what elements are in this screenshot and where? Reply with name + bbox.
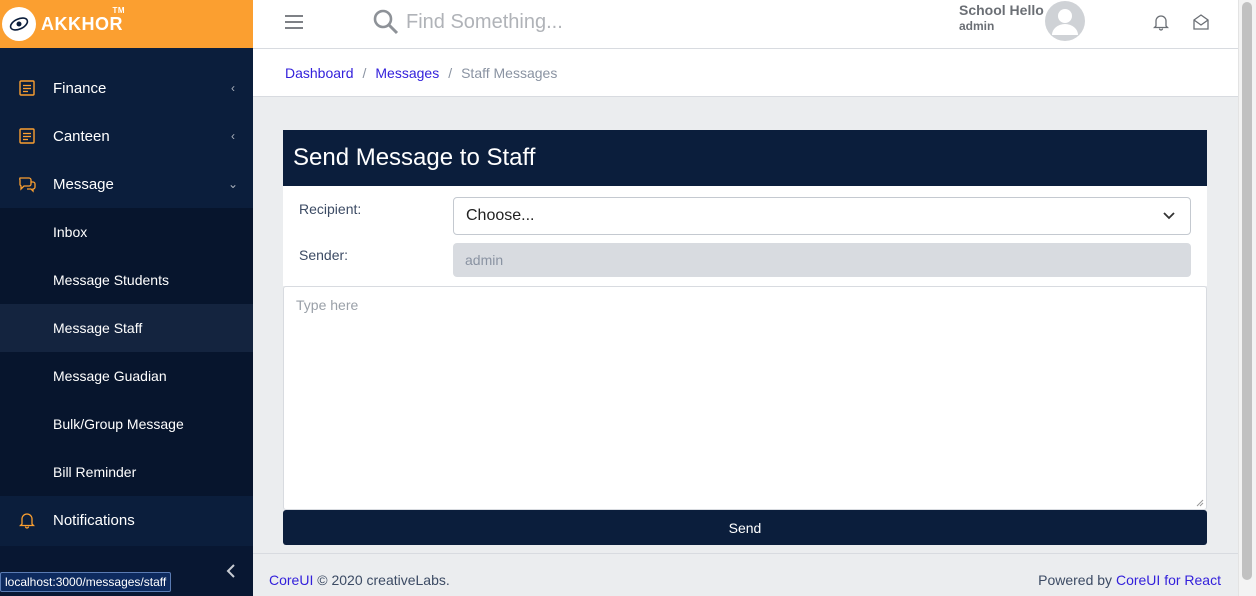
document-icon: [0, 127, 53, 145]
sidebar-item-label: Finance: [53, 79, 107, 97]
chevron-left-icon: ‹: [231, 129, 235, 143]
resize-handle-icon[interactable]: [1196, 499, 1204, 507]
sidebar-item-inbox[interactable]: Inbox: [0, 208, 253, 256]
footer-right: Powered by CoreUI for React: [1038, 572, 1221, 588]
chat-icon: [0, 175, 53, 193]
recipient-select[interactable]: Choose...: [453, 197, 1191, 235]
sidebar-item-message-staff[interactable]: Message Staff: [0, 304, 253, 352]
status-bar-url: localhost:3000/messages/staff: [0, 572, 172, 592]
sidebar-item-label: Bulk/Group Message: [53, 416, 184, 432]
user-name: School Hello: [959, 2, 1044, 18]
footer-left: CoreUI © 2020 creativeLabs.: [269, 572, 450, 588]
breadcrumb: Dashboard / Messages / Staff Messages: [253, 49, 1238, 97]
sidebar-item-label: Message Staff: [53, 320, 143, 336]
sidebar-item-label: Message: [53, 175, 114, 193]
sidebar-item-label: Message Guadian: [53, 368, 167, 384]
sidebar-item-label: Bill Reminder: [53, 464, 137, 480]
sidebar-item-notifications[interactable]: Notifications: [0, 496, 253, 544]
breadcrumb-separator: /: [362, 64, 367, 81]
sidebar-item-bulk-group-message[interactable]: Bulk/Group Message: [0, 400, 253, 448]
hamburger-icon: [285, 15, 303, 29]
search-icon: [373, 9, 399, 35]
coreui-react-link[interactable]: CoreUI for React: [1116, 572, 1221, 588]
sidebar-item-label: Message Students: [53, 272, 169, 288]
message-placeholder: Type here: [296, 297, 359, 313]
message-submenu: Inbox Message Students Message Staff Mes…: [0, 208, 253, 496]
coreui-link[interactable]: CoreUI: [269, 572, 313, 588]
sidebar: AKKHOR TM Finance ‹ Canteen ‹ Message ⌄ I…: [0, 0, 253, 596]
bell-icon: [1152, 15, 1170, 31]
send-button[interactable]: Send: [283, 510, 1207, 545]
recipient-label: Recipient:: [299, 201, 362, 217]
sidebar-item-bill-reminder[interactable]: Bill Reminder: [0, 448, 253, 496]
messages-button[interactable]: [1192, 13, 1210, 36]
recipient-select-value: Choose...: [466, 207, 535, 224]
brand-logo-icon: [2, 7, 36, 41]
breadcrumb-separator: /: [448, 64, 453, 81]
user-icon: [1052, 9, 1078, 35]
sidebar-item-finance[interactable]: Finance ‹: [0, 64, 253, 112]
bell-icon: [0, 511, 53, 529]
scrollbar[interactable]: [1238, 0, 1256, 596]
sidebar-item-message[interactable]: Message ⌄: [0, 160, 253, 208]
search-placeholder: Find Something...: [406, 10, 563, 33]
message-textarea[interactable]: Type here: [283, 286, 1207, 510]
envelope-open-icon: [1193, 14, 1209, 30]
form-fields: Recipient: Choose... Sender: admin: [283, 186, 1207, 286]
page-title: Send Message to Staff: [283, 130, 1207, 186]
sidebar-item-message-students[interactable]: Message Students: [0, 256, 253, 304]
user-role: admin: [959, 19, 995, 33]
sender-label: Sender:: [299, 247, 349, 263]
sidebar-item-message-guardian[interactable]: Message Guadian: [0, 352, 253, 400]
notifications-button[interactable]: [1152, 13, 1170, 36]
breadcrumb-current: Staff Messages: [461, 64, 558, 81]
chevron-left-icon: [226, 564, 235, 578]
copyright-text: © 2020 creativeLabs.: [317, 572, 450, 588]
header: Find Something... School Hello admin: [253, 0, 1238, 49]
chevron-down-icon: ⌄: [227, 177, 239, 191]
document-icon: [0, 79, 53, 97]
scrollbar-thumb[interactable]: [1242, 2, 1252, 580]
sidebar-item-label: Inbox: [53, 224, 88, 240]
sidebar-item-label: Notifications: [53, 511, 135, 529]
sender-field: admin: [453, 243, 1191, 277]
menu-toggle-button[interactable]: [284, 14, 304, 35]
breadcrumb-dashboard[interactable]: Dashboard: [285, 65, 354, 81]
brand-name: AKKHOR TM: [41, 5, 125, 34]
avatar[interactable]: [1045, 1, 1085, 41]
powered-by-text: Powered by: [1038, 572, 1113, 588]
sidebar-item-canteen[interactable]: Canteen ‹: [0, 112, 253, 160]
chevron-left-icon: ‹: [231, 81, 235, 95]
footer: CoreUI © 2020 creativeLabs. Powered by C…: [253, 553, 1238, 596]
brand[interactable]: AKKHOR TM: [0, 0, 253, 48]
breadcrumb-messages[interactable]: Messages: [375, 65, 439, 81]
search-input[interactable]: Find Something...: [372, 8, 563, 36]
chevron-down-icon: [1163, 212, 1175, 220]
sidebar-item-label: Canteen: [53, 127, 110, 145]
